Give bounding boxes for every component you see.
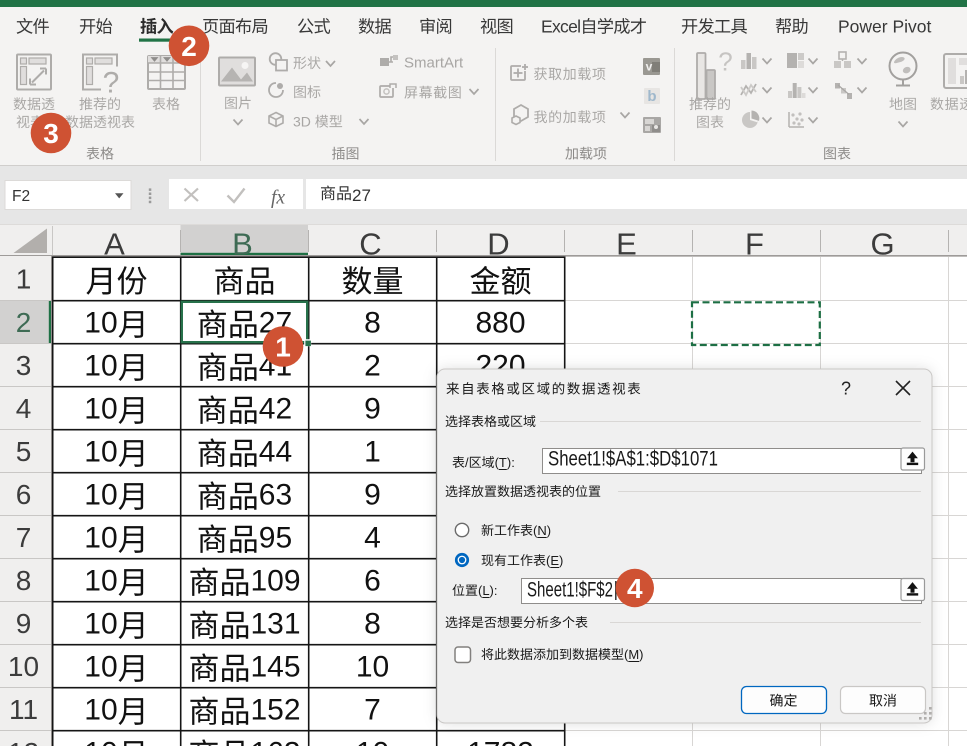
svg-text:?: ? xyxy=(103,67,120,100)
svg-text:10: 10 xyxy=(84,565,117,598)
svg-text:2: 2 xyxy=(16,307,32,338)
svg-text:880: 880 xyxy=(475,307,525,340)
svg-text:/: / xyxy=(465,455,469,470)
svg-text:10: 10 xyxy=(84,651,117,684)
svg-text:Power Pivot: Power Pivot xyxy=(838,17,932,37)
svg-text:9: 9 xyxy=(16,608,32,639)
svg-text:27: 27 xyxy=(352,186,371,205)
svg-text:4: 4 xyxy=(16,393,32,424)
svg-text:8: 8 xyxy=(16,565,32,596)
svg-text:Sheet1!$F$2: Sheet1!$F$2 xyxy=(527,579,613,602)
svg-text:SmartArt: SmartArt xyxy=(404,55,464,72)
svg-text:163: 163 xyxy=(251,737,301,746)
svg-text:10: 10 xyxy=(84,479,117,512)
svg-text:8: 8 xyxy=(364,307,381,340)
svg-text:10: 10 xyxy=(84,307,117,340)
svg-text:10: 10 xyxy=(84,522,117,555)
svg-text:v: v xyxy=(646,60,653,74)
svg-text:109: 109 xyxy=(251,565,301,598)
svg-text:(L):: (L): xyxy=(478,583,498,598)
svg-text:7: 7 xyxy=(16,522,32,553)
svg-text:9: 9 xyxy=(364,393,381,426)
svg-text:b: b xyxy=(647,88,656,105)
svg-text:10: 10 xyxy=(84,608,117,641)
svg-text:10: 10 xyxy=(84,436,117,469)
svg-text:10: 10 xyxy=(356,651,389,684)
svg-text:1: 1 xyxy=(275,332,291,363)
svg-text:?: ? xyxy=(718,47,732,77)
svg-text:3: 3 xyxy=(43,118,59,149)
svg-text:Sheet1!$A$1:$D$1071: Sheet1!$A$1:$D$1071 xyxy=(548,448,718,471)
svg-text:3: 3 xyxy=(16,350,32,381)
svg-text:9: 9 xyxy=(364,479,381,512)
svg-text:(N): (N) xyxy=(533,523,551,538)
svg-text:152: 152 xyxy=(251,694,301,727)
svg-text:(E): (E) xyxy=(546,553,563,568)
svg-text:2: 2 xyxy=(364,350,381,383)
svg-text:44: 44 xyxy=(259,436,292,469)
svg-text:F2: F2 xyxy=(12,188,30,205)
svg-text:145: 145 xyxy=(251,651,301,684)
svg-text:(T):: (T): xyxy=(495,455,515,470)
svg-text:5: 5 xyxy=(16,436,32,467)
svg-text:10: 10 xyxy=(356,737,389,746)
svg-text:2: 2 xyxy=(181,31,197,62)
svg-text:10: 10 xyxy=(8,651,39,682)
svg-text:11: 11 xyxy=(9,694,38,725)
svg-text:6: 6 xyxy=(364,565,381,598)
svg-text:Excel: Excel xyxy=(541,17,580,37)
svg-text:10: 10 xyxy=(84,393,117,426)
svg-text:12: 12 xyxy=(8,737,39,746)
svg-text:10: 10 xyxy=(84,694,117,727)
svg-text:1: 1 xyxy=(364,436,381,469)
svg-text:63: 63 xyxy=(259,479,292,512)
svg-text:42: 42 xyxy=(259,393,292,426)
svg-text:131: 131 xyxy=(251,608,301,641)
svg-text:3D: 3D xyxy=(293,114,315,130)
svg-text:1: 1 xyxy=(16,264,32,295)
svg-text:4: 4 xyxy=(364,522,381,555)
svg-text:6: 6 xyxy=(16,479,32,510)
svg-text:1782: 1782 xyxy=(467,737,534,746)
svg-text:?: ? xyxy=(841,379,851,399)
svg-text:4: 4 xyxy=(627,573,643,604)
svg-text:8: 8 xyxy=(364,608,381,641)
svg-text:7: 7 xyxy=(364,694,381,727)
svg-text:(M): (M) xyxy=(624,647,644,662)
svg-text:fx: fx xyxy=(271,188,285,209)
svg-text:10: 10 xyxy=(84,737,117,746)
svg-text:10: 10 xyxy=(84,350,117,383)
svg-text:95: 95 xyxy=(259,522,292,555)
